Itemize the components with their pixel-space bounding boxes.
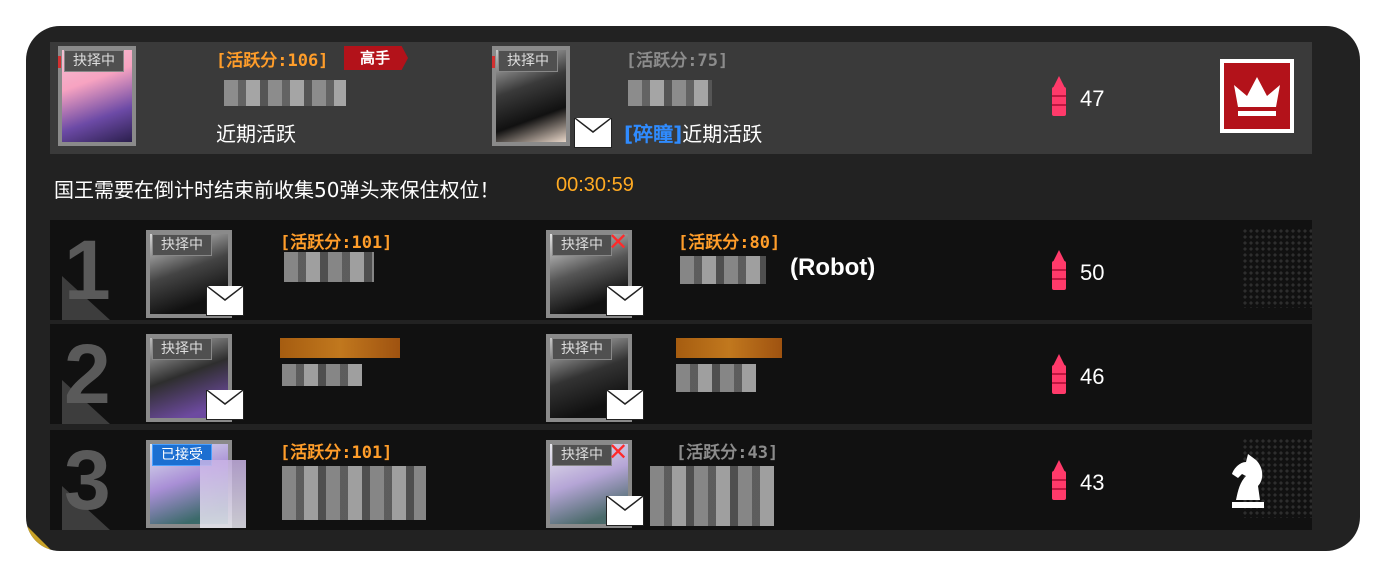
close-icon: ✕ [608, 228, 629, 256]
rank-row[interactable]: 3 已接受 [活跃分:101] 抉择中 ✕ [活跃分:43] 43 [50, 430, 1312, 530]
ranking-panel: 抉择中 [活跃分:106] 高手 近期活跃 抉择中 [活跃分:75] [碎瞳]近… [26, 26, 1360, 551]
choice-status-tag: 抉择中 [152, 338, 212, 360]
status-marker [492, 56, 495, 68]
rank-number: 1 [64, 223, 111, 317]
mail-icon[interactable] [206, 286, 244, 316]
choice-status-tag: 抉择中 [552, 338, 612, 360]
mail-icon[interactable] [606, 496, 644, 526]
mail-icon[interactable] [606, 286, 644, 316]
redacted-name [282, 364, 362, 386]
redacted-name [680, 256, 766, 284]
guild-tag: [碎瞳] [624, 122, 683, 146]
king-notice: 国王需要在倒计时结束前收集50弹头来保住权位！ [54, 178, 500, 202]
redacted-name [284, 252, 374, 282]
ammo-icon [1050, 460, 1068, 500]
activity-status-text: 近期活跃 [682, 122, 763, 146]
rank-number: 3 [64, 433, 111, 527]
choice-status-tag: 抉择中 [498, 50, 558, 72]
close-icon: ✕ [608, 438, 629, 466]
choice-status-tag: 抉择中 [552, 234, 612, 256]
redacted-score [280, 338, 400, 358]
mail-icon[interactable] [206, 390, 244, 420]
mail-icon[interactable] [574, 118, 612, 148]
activity-score: [活跃分:101] [280, 233, 393, 253]
activity-status: [碎瞳]近期活跃 [624, 118, 762, 147]
activity-score: [活跃分:43] [676, 443, 779, 463]
avatar[interactable]: 抉择中 [58, 46, 136, 146]
rank-badge: 高手 [344, 46, 409, 70]
ammo-count: 46 [1080, 364, 1105, 389]
corner-accent [26, 525, 52, 551]
rank-row[interactable]: 2 抉择中 抉择中 46 [50, 324, 1312, 424]
choice-status-tag: 抉择中 [552, 444, 612, 466]
activity-score: [活跃分:106] [216, 51, 329, 71]
countdown-timer: 00:30:59 [556, 174, 634, 196]
ammo-count: 50 [1080, 260, 1105, 285]
mail-icon[interactable] [606, 390, 644, 420]
rank-row[interactable]: 1 抉择中 [活跃分:101] 抉择中 ✕ [活跃分:80] (Robot) 5… [50, 220, 1312, 320]
ammo-count: 43 [1080, 470, 1105, 495]
redacted-name [282, 466, 426, 520]
redacted-area [200, 460, 246, 528]
robot-label: (Robot) [790, 254, 876, 281]
ammo-count: 47 [1080, 86, 1105, 111]
king-row: 抉择中 [活跃分:106] 高手 近期活跃 抉择中 [活跃分:75] [碎瞳]近… [50, 42, 1312, 154]
choice-status-tag: 抉择中 [152, 234, 212, 256]
redacted-name [676, 364, 756, 392]
knight-chess-icon [1232, 454, 1264, 508]
redacted-name [628, 80, 712, 106]
redacted-score [676, 338, 782, 358]
crown-icon [1220, 59, 1294, 133]
ammo-icon [1050, 76, 1068, 116]
ammo-icon [1050, 354, 1068, 394]
activity-status: 近期活跃 [216, 122, 296, 146]
dot-pattern [1242, 228, 1312, 308]
activity-score: [活跃分:101] [280, 443, 393, 463]
activity-score: [活跃分:75] [626, 51, 729, 71]
redacted-name [650, 466, 774, 526]
ammo-icon [1050, 250, 1068, 290]
avatar[interactable]: 抉择中 [492, 46, 570, 146]
rank-number: 2 [64, 327, 111, 421]
activity-score: [活跃分:80] [678, 233, 781, 253]
choice-status-tag: 抉择中 [64, 50, 124, 72]
redacted-name [224, 80, 346, 106]
status-marker [58, 56, 61, 68]
